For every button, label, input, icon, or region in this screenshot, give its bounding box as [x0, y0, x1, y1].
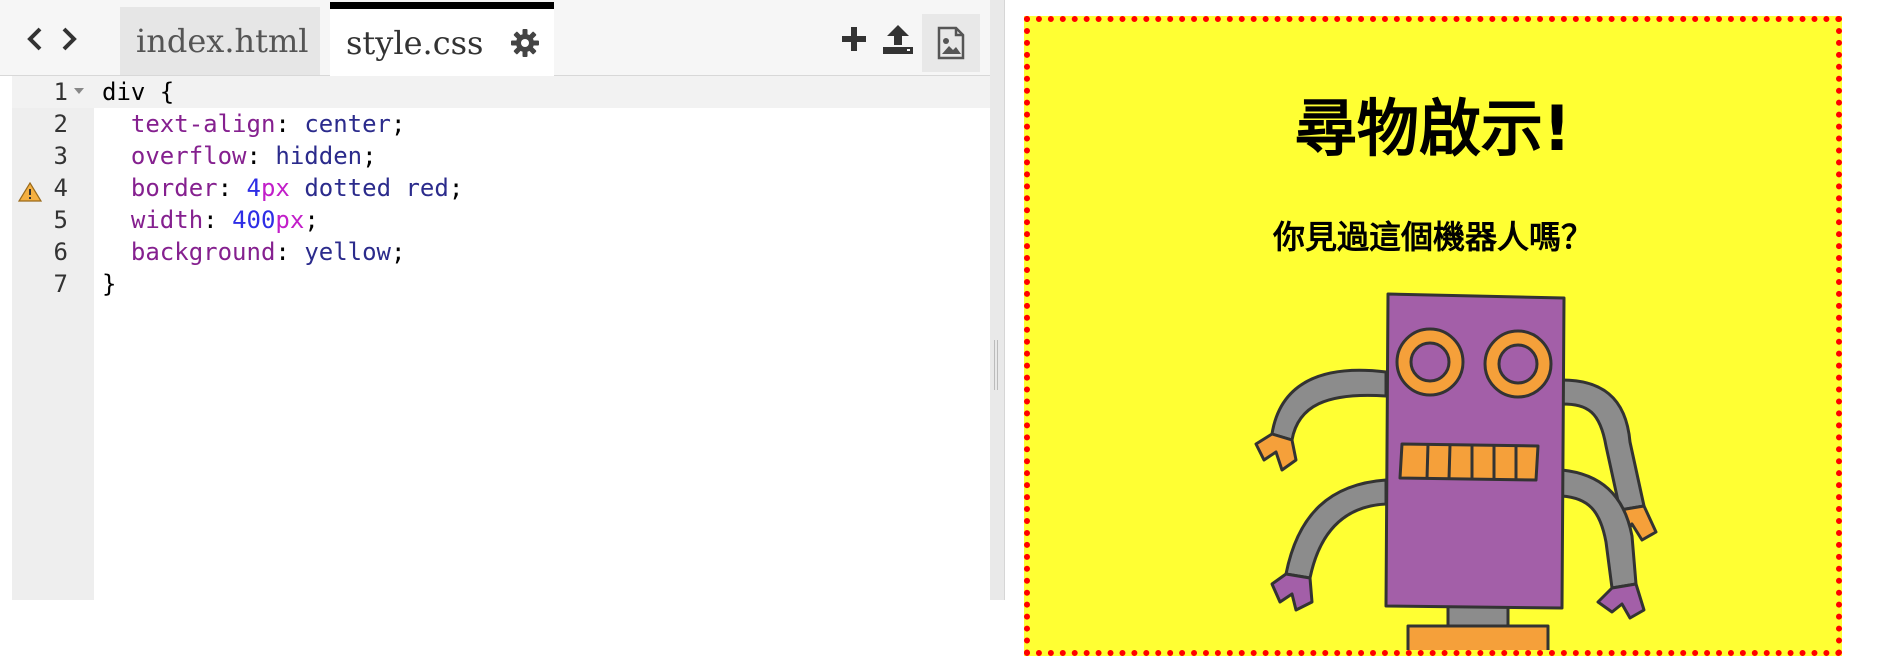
css-property: border — [130, 174, 218, 202]
css-property: overflow — [130, 142, 247, 170]
tab-label: style.css — [346, 23, 484, 62]
code-text: div { — [102, 78, 175, 106]
code-text: border: 4px dotted red; — [130, 174, 464, 202]
line-number: 5 — [53, 206, 68, 234]
line-number: 3 — [53, 142, 68, 170]
css-property: width — [130, 206, 204, 234]
css-number: 400 — [232, 206, 276, 234]
back-button[interactable] — [18, 22, 52, 56]
poster-subheading: 你見過這個機器人嗎？ — [1272, 218, 1593, 256]
lost-poster-div: 尋物啟示! 你見過這個機器人嗎？ — [1024, 16, 1842, 656]
code-area[interactable]: 1 div { 2 text-align: center; 3 overflow… — [12, 76, 990, 600]
forward-button[interactable] — [52, 22, 86, 56]
css-value: yellow — [304, 238, 392, 266]
code-line[interactable]: 5 width: 400px; — [12, 204, 990, 236]
upload-button[interactable] — [878, 14, 918, 64]
code-text: overflow: hidden; — [130, 142, 377, 170]
code-line[interactable]: 1 div { — [12, 76, 990, 108]
chevron-left-icon — [27, 27, 42, 51]
line-number: 4 — [53, 174, 68, 202]
robot-image — [1254, 292, 1658, 650]
code-text: background: yellow; — [130, 238, 406, 266]
code-text: } — [102, 270, 117, 298]
add-file-button[interactable] — [836, 14, 872, 64]
code-line[interactable]: 7 } — [12, 268, 990, 300]
tab-index-html[interactable]: index.html — [120, 7, 320, 75]
upload-icon — [883, 25, 913, 54]
pane-splitter[interactable] — [990, 0, 1005, 600]
image-button[interactable] — [922, 14, 980, 72]
css-property: text-align — [130, 110, 276, 138]
chevron-right-icon — [62, 27, 77, 51]
editor-toolbar: index.html style.css — [0, 0, 990, 76]
plus-icon — [842, 27, 866, 51]
css-unit: px — [275, 206, 305, 234]
code-line[interactable]: 4 border: 4px dotted red; — [12, 172, 990, 204]
code-line[interactable]: 6 background: yellow; — [12, 236, 990, 268]
line-number: 6 — [53, 238, 68, 266]
image-icon — [937, 26, 965, 60]
code-text: text-align: center; — [130, 110, 406, 138]
code-line[interactable]: 3 overflow: hidden; — [12, 140, 990, 172]
splitter-grip-icon[interactable] — [994, 340, 1000, 390]
poster-heading: 尋物啟示! — [1294, 92, 1572, 165]
css-value: dotted red — [304, 174, 449, 202]
line-number: 2 — [53, 110, 68, 138]
line-number: 7 — [53, 270, 68, 298]
code-editor-pane: index.html style.css 1 div {2 text-alig… — [0, 0, 991, 600]
code-line[interactable]: 2 text-align: center; — [12, 108, 990, 140]
code-text: width: 400px; — [130, 206, 319, 234]
line-number: 1 — [53, 78, 68, 106]
css-property: background — [130, 238, 276, 266]
tab-label: index.html — [136, 22, 309, 60]
preview-pane: 尋物啟示! 你見過這個機器人嗎？ — [1006, 0, 1882, 656]
css-number: 4 — [246, 174, 261, 202]
css-value: center — [304, 110, 392, 138]
css-unit: px — [260, 174, 290, 202]
gear-icon[interactable] — [509, 27, 541, 59]
tab-style-css[interactable]: style.css — [330, 2, 554, 76]
fold-arrow-icon[interactable] — [74, 88, 84, 94]
css-value: hidden — [275, 142, 363, 170]
